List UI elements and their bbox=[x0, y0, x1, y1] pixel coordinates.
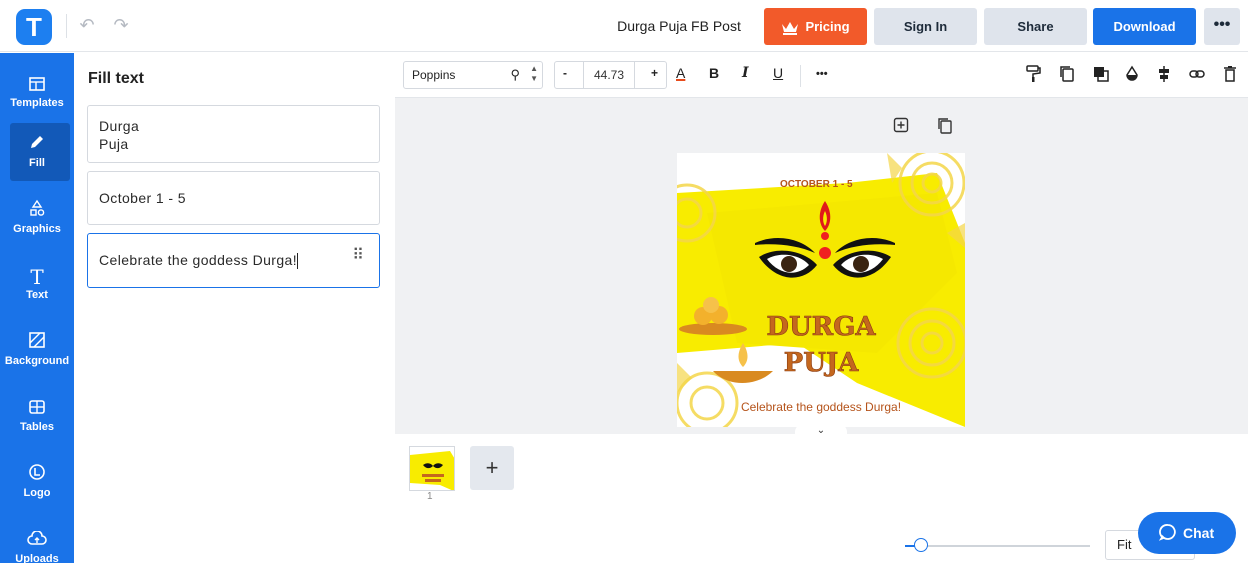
zoom-slider[interactable] bbox=[905, 545, 1090, 547]
chat-button[interactable]: Chat bbox=[1138, 512, 1236, 554]
underline-button[interactable]: U bbox=[773, 65, 783, 81]
text-field-date[interactable]: October 1 - 5 bbox=[87, 171, 380, 225]
sidebar-item-label: Tables bbox=[19, 421, 55, 433]
sidebar: Templates Fill Graphics T Text Backgroun… bbox=[0, 53, 74, 565]
copy-page-icon[interactable] bbox=[937, 117, 953, 140]
sidebar-item-label: Logo bbox=[23, 487, 51, 499]
sign-in-button[interactable]: Sign In bbox=[874, 8, 977, 45]
zoom-fit-label: Fit bbox=[1117, 537, 1132, 552]
pages-bar: 1 + Fit bbox=[395, 434, 1248, 563]
sidebar-item-label: Text bbox=[26, 289, 48, 301]
field-value: October 1 - 5 bbox=[99, 190, 186, 206]
logo-icon bbox=[0, 463, 74, 487]
pencil-icon bbox=[0, 133, 74, 157]
layer-order-icon[interactable] bbox=[1093, 65, 1109, 87]
font-name: Poppins bbox=[412, 68, 456, 82]
sidebar-item-logo[interactable]: Logo bbox=[0, 453, 74, 515]
more-text-options-button[interactable]: ••• bbox=[816, 68, 828, 80]
text-color-button[interactable]: A bbox=[676, 65, 685, 81]
pricing-label: Pricing bbox=[805, 19, 850, 34]
search-icon[interactable]: ⚲ bbox=[510, 62, 520, 88]
crown-icon bbox=[782, 21, 799, 35]
stepper-icon[interactable]: ▲ ▼ bbox=[530, 64, 538, 84]
fill-text-panel: Fill text Durga Puja October 1 - 5 Celeb… bbox=[74, 53, 395, 563]
page-thumbnail[interactable] bbox=[409, 446, 455, 491]
design-title-line1: DURGA bbox=[766, 312, 876, 342]
text-caret bbox=[297, 253, 298, 270]
design-date: OCTOBER 1 - 5 bbox=[780, 179, 853, 190]
share-button[interactable]: Share bbox=[984, 8, 1087, 45]
field-value: Celebrate the goddess Durga! bbox=[99, 252, 297, 268]
italic-button[interactable]: I bbox=[742, 65, 749, 81]
opacity-icon[interactable] bbox=[1125, 65, 1139, 87]
canvas-area[interactable]: OCTOBER 1 - 5 DURGA PUJA Celebrate the g… bbox=[395, 98, 1248, 438]
chat-bubble-icon bbox=[1158, 524, 1176, 541]
document-title[interactable]: Durga Puja FB Post bbox=[600, 18, 758, 34]
font-size-input[interactable]: 44.73 bbox=[583, 62, 635, 88]
thumbnail-image bbox=[410, 447, 454, 490]
text-field-title[interactable]: Durga Puja bbox=[87, 105, 380, 163]
sidebar-item-label: Uploads bbox=[15, 553, 59, 565]
chat-label: Chat bbox=[1183, 525, 1215, 541]
design-subtitle: Celebrate the goddess Durga! bbox=[741, 400, 901, 414]
sidebar-item-tables[interactable]: Tables bbox=[0, 387, 74, 449]
more-options-button[interactable]: ••• bbox=[1204, 8, 1240, 45]
undo-icon[interactable]: ↶ bbox=[76, 14, 98, 36]
download-button[interactable]: Download bbox=[1093, 8, 1196, 45]
divider bbox=[800, 65, 801, 87]
drag-handle-icon[interactable]: ⠿ bbox=[352, 248, 364, 264]
decrease-size-button[interactable]: - bbox=[563, 66, 567, 80]
sidebar-item-label: Graphics bbox=[13, 223, 61, 235]
design-page[interactable]: OCTOBER 1 - 5 DURGA PUJA Celebrate the g… bbox=[677, 153, 965, 427]
pricing-button[interactable]: Pricing bbox=[764, 8, 867, 45]
sidebar-item-label: Fill bbox=[29, 157, 45, 169]
sidebar-item-text[interactable]: T Text bbox=[0, 255, 74, 317]
page-number: 1 bbox=[427, 491, 433, 502]
paint-roller-icon[interactable] bbox=[1025, 65, 1041, 87]
field-line: Durga bbox=[99, 118, 140, 134]
panel-title: Fill text bbox=[88, 70, 145, 87]
sidebar-item-label: Background bbox=[4, 355, 70, 367]
font-size-control: - 44.73 + bbox=[554, 61, 667, 89]
zoom-slider-handle[interactable] bbox=[914, 538, 928, 552]
templates-icon bbox=[0, 73, 74, 97]
design-artwork: OCTOBER 1 - 5 DURGA PUJA Celebrate the g… bbox=[677, 153, 965, 427]
background-icon bbox=[0, 331, 74, 355]
design-title-line2: PUJA bbox=[784, 348, 860, 378]
app-logo[interactable]: T bbox=[16, 9, 52, 45]
field-line: Puja bbox=[99, 136, 129, 152]
trash-icon[interactable] bbox=[1223, 65, 1237, 87]
divider bbox=[66, 14, 67, 38]
sidebar-item-background[interactable]: Background bbox=[0, 321, 74, 383]
font-family-select[interactable]: Poppins ⚲ ▲ ▼ bbox=[403, 61, 543, 89]
text-icon: T bbox=[30, 265, 44, 289]
sidebar-item-templates[interactable]: Templates bbox=[0, 63, 74, 125]
text-toolbar: Poppins ⚲ ▲ ▼ - 44.73 + A B I U ••• bbox=[395, 53, 1248, 98]
redo-icon[interactable]: ↷ bbox=[110, 14, 132, 36]
add-page-button[interactable]: + bbox=[470, 446, 514, 490]
top-bar: T ↶ ↷ Durga Puja FB Post Pricing Sign In… bbox=[0, 0, 1248, 52]
sidebar-item-label: Templates bbox=[10, 97, 64, 109]
bold-button[interactable]: B bbox=[709, 65, 719, 81]
sidebar-item-uploads[interactable]: Uploads bbox=[0, 519, 74, 581]
duplicate-icon[interactable] bbox=[1059, 65, 1075, 87]
align-icon[interactable] bbox=[1157, 65, 1171, 87]
sidebar-item-fill[interactable]: Fill bbox=[0, 123, 74, 185]
sidebar-item-graphics[interactable]: Graphics bbox=[0, 189, 74, 251]
shapes-icon bbox=[0, 199, 74, 223]
increase-size-button[interactable]: + bbox=[651, 66, 658, 80]
table-icon bbox=[0, 397, 74, 421]
link-icon[interactable] bbox=[1189, 65, 1205, 87]
text-field-subtitle[interactable]: Celebrate the goddess Durga! ⠿ bbox=[87, 233, 380, 288]
add-page-icon[interactable] bbox=[893, 117, 909, 138]
cloud-upload-icon bbox=[0, 529, 74, 553]
